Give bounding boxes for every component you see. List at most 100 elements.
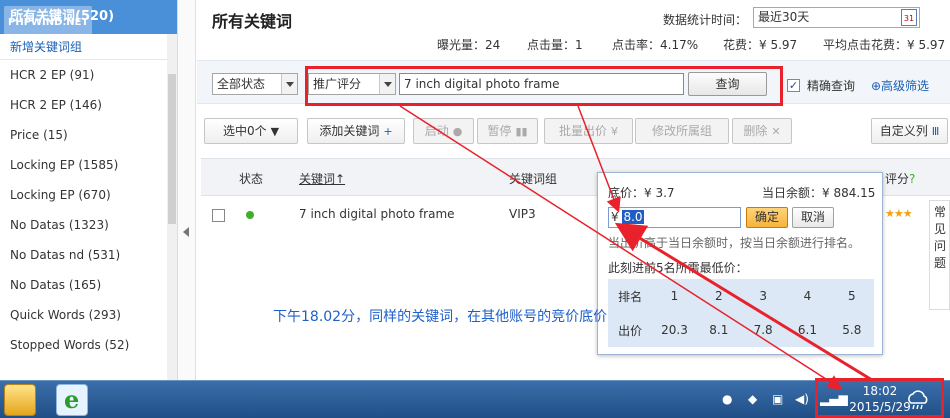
sidebar-item[interactable]: No Datas (1323) [0,210,177,240]
taskbar: ● ◆ ▣ ◀) ▂▄▆ 18:02 2015/5/29 [0,380,950,418]
bid-note: 当出价高于当日余额时，按当日余额进行排名。 [608,236,861,250]
rank-table: 排名 1 2 3 4 5 出价 20.3 8.1 7.8 6.1 5.8 [608,279,874,347]
pause-button[interactable]: 暂停 ▮▮ [477,118,538,144]
stat-cost: 花费：¥ 5.97 [723,38,798,52]
sidebar-item[interactable]: No Datas (165) [0,270,177,300]
row-keyword[interactable]: 7 inch digital photo frame [299,207,455,221]
floor-price: 底价：¥ 3.7 [608,186,675,200]
exact-query-checkbox[interactable]: ✓ [787,79,800,92]
bid-cell: 8.1 [709,323,729,337]
chevron-down-icon[interactable] [281,74,297,94]
stat-clicks: 点击量：1 [527,38,583,52]
yen-icon: ¥ [611,125,618,138]
sort-up-icon: ↑ [335,172,346,186]
exact-query-label: 精确查询 [807,79,856,93]
sidebar: 所有关键词(520) PHPWIND.NET 新增关键词组 HCR 2 EP (… [0,0,178,380]
sidebar-list: HCR 2 EP (91) HCR 2 EP (146) Price (15) Loc… [0,60,177,360]
start-button[interactable]: 启动 ● [413,118,474,144]
period-select[interactable]: 最近30天 31 [753,7,920,28]
stat-avg-cpc: 平均点击花费：¥ 5.97 [823,38,946,52]
help-icon[interactable]: ? [909,172,915,186]
status-active-icon [246,211,254,219]
rating-stars: ★★★ [885,207,913,220]
daily-balance: 当日余额：¥ 884.15 [762,186,876,200]
bid-cell: 5.8 [842,323,862,337]
sidebar-item[interactable]: Price (15) [0,120,177,150]
plus-icon: + [383,125,393,138]
confirm-button[interactable]: 确定 [746,207,788,228]
header-keyword[interactable]: 关键词↑ [299,170,345,187]
row-checkbox[interactable] [212,209,225,222]
rank-cell: 1 [670,289,679,303]
add-keyword-label: 添加关键词 [319,124,380,138]
rank-cell: 2 [715,289,723,303]
collapse-arrow-icon[interactable] [183,227,189,237]
sidebar-item[interactable]: HCR 2 EP (146) [0,90,177,120]
pause-label: 暂停 [487,124,512,138]
browser-icon[interactable] [56,384,88,416]
volume-icon[interactable]: ◀) [795,392,809,406]
stats-bar: 曝光量：24 点击量：1 点击率：4.17% 花费：¥ 5.97 平均点击花费：… [197,36,950,52]
folder-icon[interactable] [4,384,36,416]
sidebar-item[interactable]: HCR 2 EP (91) [0,60,177,90]
shield-icon[interactable]: ◆ [748,392,757,406]
header-keyword-label: 关键词 [299,172,336,186]
bid-input[interactable]: ¥ 8.0 [608,207,741,228]
advanced-filter-link[interactable]: ⊕高级筛选 [871,77,929,94]
stat-impressions: 曝光量：24 [437,38,501,52]
custom-columns-label: 自定义列 [879,124,928,138]
batch-bid-button[interactable]: 批量出价 ¥ [544,118,633,144]
rank-cell: 5 [848,289,856,303]
filter-bar: 全部状态 推广评分 7 inch digital photo frame 查询 … [197,60,950,104]
chevron-down-icon: ▼ [270,125,280,138]
sidebar-item[interactable]: Locking EP (670) [0,180,177,210]
sidebar-collapse-handle[interactable] [178,0,196,380]
qq-icon[interactable]: ● [722,392,732,406]
clipboard-icon[interactable]: ▣ [772,392,783,406]
sidebar-scrollbar[interactable] [167,34,177,380]
period-label: 数据统计时间： [663,13,748,27]
pause-icon: ▮▮ [515,125,528,138]
calendar-icon[interactable]: 31 [901,9,917,26]
custom-columns-button[interactable]: 自定义列 Ⅲ [871,118,948,144]
sidebar-item[interactable]: No Datas nd (531) [0,240,177,270]
sidebar-item[interactable]: Locking EP (1585) [0,150,177,180]
sidebar-header[interactable]: 所有关键词(520) PHPWIND.NET [0,0,177,40]
bid-cell: 20.3 [661,323,688,337]
toolbar: 选中0个 ▼ 添加关键词 + 启动 ● 暂停 ▮▮ 批量出价 ¥ 修改所属组 删除 ✕ 自定… [197,114,950,148]
status-select[interactable]: 全部状态 [212,73,298,95]
bid-row: 出价 20.3 8.1 7.8 6.1 5.8 [608,313,874,347]
watermark: PHPWIND.NET [4,6,93,40]
weather-cloud-icon[interactable] [905,389,931,411]
columns-icon: Ⅲ [931,125,940,138]
header-group: 关键词组 [509,172,558,186]
sidebar-item[interactable]: Quick Words (293) [0,300,177,330]
chevron-down-icon[interactable] [379,74,395,94]
faq-side-panel[interactable]: 常见问题 [929,200,950,310]
stat-ctr: 点击率：4.17% [612,38,699,52]
close-icon: ✕ [771,125,781,138]
modify-group-label: 修改所属组 [651,124,712,138]
sort-select[interactable]: 推广评分 [308,73,396,95]
keyword-search-input[interactable]: 7 inch digital photo frame [399,73,684,95]
status-select-value: 全部状态 [217,77,266,91]
header-score: 评分? [885,170,915,187]
add-keyword-button[interactable]: 添加关键词 + [307,118,405,144]
play-icon: ● [452,125,463,138]
cancel-button[interactable]: 取消 [792,207,834,228]
delete-button[interactable]: 删除 ✕ [732,118,792,144]
sort-select-value: 推广评分 [313,77,362,91]
start-label: 启动 [424,124,449,138]
query-button[interactable]: 查询 [688,72,767,96]
modify-group-button[interactable]: 修改所属组 [635,118,729,144]
rank-label: 排名 [618,289,643,304]
rank-cell: 3 [759,289,767,303]
rank-cell: 4 [803,289,812,303]
sidebar-item[interactable]: Stopped Words (52) [0,330,177,360]
select-count-button[interactable]: 选中0个 ▼ [204,118,298,144]
bid-label: 出价 [618,323,643,338]
page-title: 所有关键词 [212,12,293,31]
annotation-text: 下午18.02分，同样的关键词，在其他账号的竞价底价 [273,309,608,325]
scrollbar-thumb[interactable] [168,74,176,224]
top5-label: 此刻进前5名所需最低价： [608,261,748,275]
